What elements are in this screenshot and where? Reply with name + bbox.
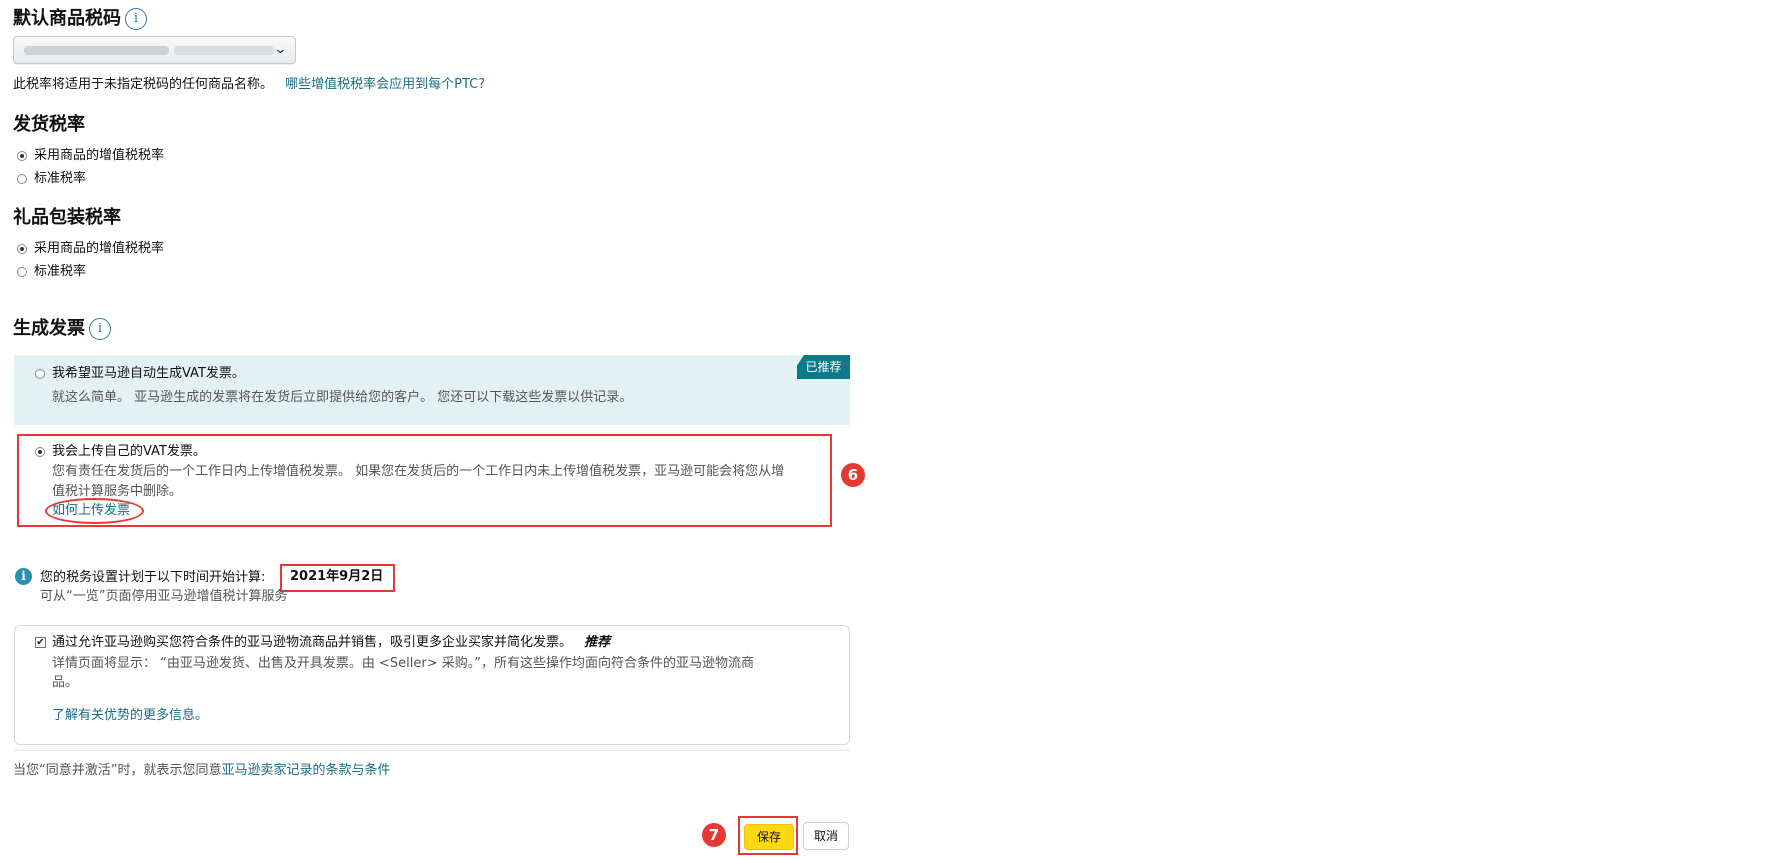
invoice-auto-desc: 就这么简单。 亚马逊生成的发票将在发货后立即提供给您的客户。 您还可以下载这些发… [52, 390, 633, 405]
ptc-rate-link[interactable]: 哪些增值税税率会应用到每个PTC? [285, 77, 485, 92]
info-icon[interactable]: i [125, 8, 147, 30]
info-icon: i [15, 568, 32, 585]
invoice-upload-desc: 您有责任在发货后的一个工作日内上传增值税发票。 如果您在发货后的一个工作日内未上… [52, 464, 785, 479]
step-6-marker: 6 [841, 463, 865, 487]
business-buyer-label: 通过允许亚马逊购买您符合条件的亚马逊物流商品并销售，吸引更多企业买家并简化发票。… [52, 635, 611, 650]
shipping-rate-radio-standard[interactable] [17, 174, 27, 184]
business-buyer-checkbox[interactable]: ✔ [35, 637, 46, 648]
shipping-rate-title: 发货税率 [13, 114, 85, 135]
business-buyer-desc: 详情页面将显示： “由亚马逊发货、出售及开具发票。由 <Seller> 采购。”… [52, 656, 754, 671]
invoice-upload-desc-cont: 值税计算服务中删除。 [52, 484, 183, 499]
invoice-title: 生成发票 [13, 318, 85, 339]
schedule-date: 2021年9月2日 [290, 569, 384, 584]
invoice-auto-label: 我希望亚马逊自动生成VAT发票。 [52, 366, 245, 381]
terms-link[interactable]: 亚马逊卖家记录的条款与条件 [221, 763, 390, 778]
step-7-marker: 7 [702, 823, 726, 847]
gift-wrap-radio-standard[interactable] [17, 267, 27, 277]
recommended-badge: 已推荐 [796, 355, 850, 379]
save-button[interactable]: 保存 [744, 824, 794, 850]
highlight-ellipse-upload-link [45, 498, 144, 524]
tax-code-note: 此税率将适用于未指定税码的任何商品名称。 哪些增值税税率会应用到每个PTC? [13, 77, 486, 92]
gift-wrap-option-label: 标准税率 [34, 264, 87, 279]
learn-more-link[interactable]: 了解有关优势的更多信息。 [52, 707, 208, 725]
shipping-rate-option-label: 标准税率 [34, 171, 87, 186]
invoice-radio-auto[interactable] [35, 369, 45, 379]
schedule-text: 您的税务设置计划于以下时间开始计算: [40, 570, 266, 585]
business-buyer-desc-cont: 品。 [52, 675, 79, 690]
schedule-sub: 可从“一览”页面停用亚马逊增值税计算服务 [40, 589, 288, 604]
terms-text: 当您“同意并激活”时，就表示您同意亚马逊卖家记录的条款与条件 [13, 763, 391, 778]
blurred-value [174, 46, 274, 55]
shipping-rate-radio-item-rate[interactable] [17, 151, 27, 161]
info-icon[interactable]: i [89, 318, 111, 340]
divider [14, 750, 850, 751]
blurred-value [24, 46, 169, 55]
invoice-radio-upload[interactable] [35, 447, 45, 457]
gift-wrap-option-label: 采用商品的增值税税率 [34, 241, 165, 256]
cancel-button[interactable]: 取消 [803, 822, 849, 850]
default-tax-code-title: 默认商品税码 [13, 8, 121, 29]
gift-wrap-rate-title: 礼品包装税率 [13, 207, 121, 228]
recommended-tag: 推荐 [584, 635, 611, 650]
shipping-rate-option-label: 采用商品的增值税税率 [34, 148, 165, 163]
invoice-upload-label: 我会上传自己的VAT发票。 [52, 444, 206, 459]
gift-wrap-radio-item-rate[interactable] [17, 244, 27, 254]
tax-code-select[interactable]: ⌄ [13, 36, 296, 64]
chevron-down-icon: ⌄ [273, 42, 288, 57]
